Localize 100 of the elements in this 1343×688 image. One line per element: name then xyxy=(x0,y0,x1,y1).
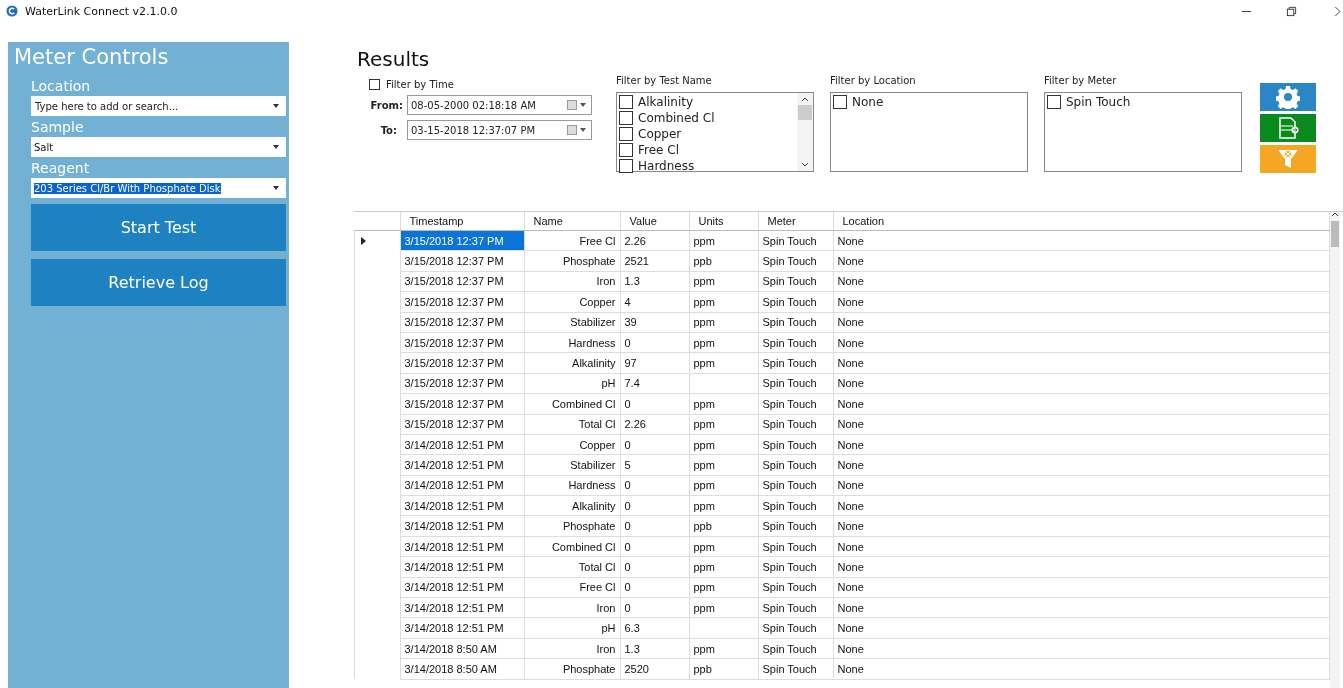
table-cell: ppm xyxy=(693,499,715,512)
settings-button[interactable] xyxy=(1260,83,1316,111)
scrollbar[interactable] xyxy=(797,93,813,171)
table-cell: None xyxy=(837,560,864,573)
gear-icon xyxy=(1276,85,1300,109)
checklist-item[interactable]: Alkalinity xyxy=(638,95,694,109)
field-label: Sample xyxy=(31,119,85,137)
table-cell: None xyxy=(837,255,864,268)
checklist-item[interactable]: None xyxy=(852,95,884,109)
scroll-thumb[interactable] xyxy=(798,105,812,120)
search-field[interactable]: Type here to add or search... xyxy=(31,96,266,116)
column-header[interactable]: Value xyxy=(620,212,689,231)
table-cell: 3/15/2018 12:37 PM xyxy=(404,418,504,431)
calendar-dropdown-icon[interactable] xyxy=(567,125,587,135)
dropdown-caret-icon[interactable] xyxy=(266,96,286,116)
table-cell: Copper xyxy=(579,438,616,451)
window-title: WaterLink Connect v2.1.0.0 xyxy=(25,4,178,18)
table-cell: ppm xyxy=(693,316,715,329)
table-cell: 3/15/2018 12:37 PM xyxy=(404,357,504,370)
table-cell: 3/14/2018 12:51 PM xyxy=(404,601,504,614)
table-cell: Stabilizer xyxy=(570,316,616,329)
action-button[interactable]: Retrieve Log xyxy=(31,259,286,306)
table-cell: Spin Touch xyxy=(762,560,817,573)
scrollbar[interactable] xyxy=(1330,212,1340,688)
checklist-item[interactable]: Spin Touch xyxy=(1066,95,1131,109)
column-header[interactable]: Name xyxy=(524,212,620,231)
checklist-item[interactable]: Hardness xyxy=(638,159,695,173)
checkbox[interactable] xyxy=(1047,95,1061,109)
table-cell: 0 xyxy=(624,479,631,492)
table-cell: Spin Touch xyxy=(762,520,817,533)
checkbox[interactable] xyxy=(619,127,633,141)
table-cell: 6.3 xyxy=(624,622,640,635)
table-cell: 0 xyxy=(624,520,631,533)
table-cell: ppm xyxy=(693,540,715,553)
table-cell: Spin Touch xyxy=(762,397,817,410)
column-header[interactable]: Units xyxy=(689,212,758,231)
table-cell: Spin Touch xyxy=(762,642,817,655)
table-cell: 3/14/2018 12:51 PM xyxy=(404,622,504,635)
table-cell: 3/14/2018 12:51 PM xyxy=(404,459,504,471)
checkbox[interactable] xyxy=(619,111,633,125)
table-cell: Iron xyxy=(596,601,616,614)
table-cell: Phosphate xyxy=(562,255,616,268)
table-cell: 1.3 xyxy=(624,642,640,655)
table-cell: 3/14/2018 12:51 PM xyxy=(404,520,504,533)
table-cell: Spin Touch xyxy=(762,234,817,247)
column-header[interactable]: Location xyxy=(833,212,1330,231)
column-header[interactable]: Meter xyxy=(758,212,833,231)
table-cell: None xyxy=(837,397,864,410)
table-cell: Spin Touch xyxy=(762,438,817,451)
restore-icon[interactable] xyxy=(1286,5,1297,17)
dropdown-caret-icon[interactable] xyxy=(273,145,279,149)
table-cell: 4 xyxy=(624,295,631,308)
checkbox-label: Filter by Time xyxy=(386,79,454,90)
scroll-up-icon[interactable] xyxy=(1331,212,1339,217)
table-cell: Spin Touch xyxy=(762,479,817,492)
table-cell: 3/14/2018 12:51 PM xyxy=(404,438,504,451)
table-cell: 3/15/2018 12:37 PM xyxy=(404,336,504,349)
dropdown-field[interactable]: 203 Series Cl/Br With Phosphate Disk xyxy=(31,178,286,198)
table-cell: Free Cl xyxy=(579,234,616,247)
table-cell: 97 xyxy=(624,357,637,370)
scroll-thumb[interactable] xyxy=(1331,221,1339,247)
checkbox[interactable] xyxy=(619,95,633,109)
column-header[interactable]: Timestamp xyxy=(400,212,524,231)
date-picker-field[interactable]: 08-05-2000 02:18:18 AM xyxy=(407,95,592,115)
action-button[interactable]: Start Test xyxy=(31,204,286,251)
table-cell: 3/15/2018 12:37 PM xyxy=(404,316,504,329)
table-cell: Spin Touch xyxy=(762,357,817,370)
calendar-dropdown-icon[interactable] xyxy=(567,100,587,110)
table-cell: Free Cl xyxy=(579,581,616,594)
table-cell: 2520 xyxy=(624,662,649,675)
scroll-down-icon[interactable] xyxy=(801,162,809,167)
checklist-item[interactable]: Combined Cl xyxy=(638,111,715,125)
table-cell: ppm xyxy=(693,357,715,370)
table-cell: Spin Touch xyxy=(762,418,817,431)
table-cell: 3/14/2018 12:51 PM xyxy=(404,581,504,594)
checklist-item[interactable]: Free Cl xyxy=(638,143,679,157)
table-cell: None xyxy=(837,642,864,655)
table-cell: ppb xyxy=(693,255,712,268)
current-row-icon xyxy=(361,236,366,245)
table-cell: ppm xyxy=(693,275,715,288)
checkbox[interactable] xyxy=(369,79,380,90)
table-cell: Spin Touch xyxy=(762,601,817,614)
date-picker-field[interactable]: 03-15-2018 12:37:07 PM xyxy=(407,120,592,140)
checkbox[interactable] xyxy=(619,159,633,173)
table-cell: Spin Touch xyxy=(762,377,817,390)
from-label: From: xyxy=(369,99,404,111)
table-cell: None xyxy=(837,479,864,492)
table-cell: 5 xyxy=(624,459,631,471)
checklist-item[interactable]: Copper xyxy=(638,127,682,141)
sidebar-title: Meter Controls xyxy=(13,44,170,71)
checkbox[interactable] xyxy=(833,95,847,109)
scroll-up-icon[interactable] xyxy=(801,97,809,102)
table-cell: ppm xyxy=(693,336,715,349)
table-cell: 3/15/2018 12:37 PM xyxy=(404,397,504,410)
close-icon[interactable] xyxy=(1335,5,1341,17)
funnel-clear-icon xyxy=(1276,147,1300,171)
dropdown-caret-icon[interactable] xyxy=(273,186,279,190)
checkbox[interactable] xyxy=(619,143,633,157)
dropdown-field[interactable]: Salt xyxy=(31,137,286,157)
export-button[interactable] xyxy=(1260,114,1316,142)
